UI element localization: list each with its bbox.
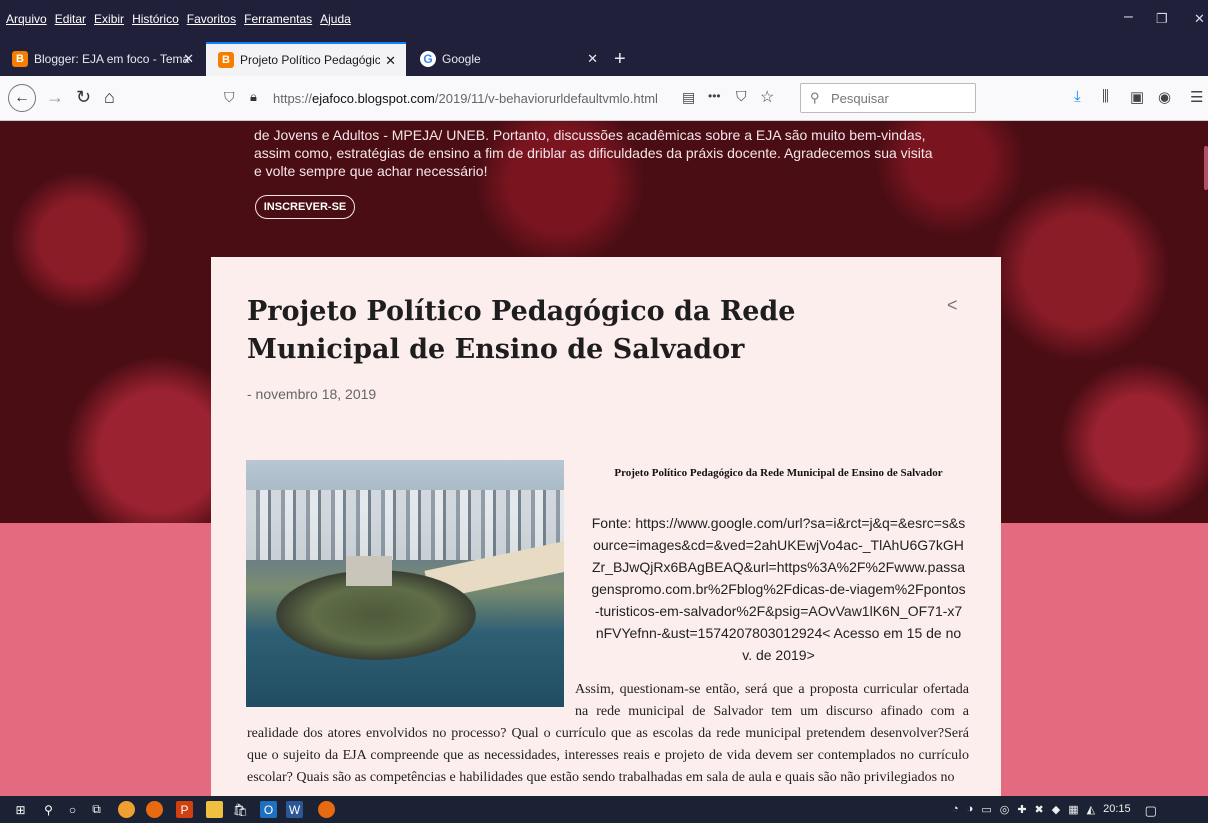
cortana-icon[interactable]: ○ — [64, 801, 81, 818]
source-text: Fonte: https://www.google.com/url?sa=i&r… — [591, 515, 966, 663]
file-explorer-icon[interactable] — [206, 801, 223, 818]
word-icon[interactable]: W — [286, 801, 303, 818]
outlook-icon[interactable]: O — [260, 801, 277, 818]
menu-ajuda[interactable]: Ajuda — [320, 12, 351, 26]
post-card: Projeto Político Pedagógico da Rede Muni… — [211, 257, 1001, 796]
post-date: - novembro 18, 2019 — [247, 386, 377, 402]
search-placeholder: Pesquisar — [831, 91, 889, 106]
tray-app-icon[interactable]: ✖ — [1035, 803, 1044, 819]
blog-description: de Jovens e Adultos - MPEJA/ UNEB. Porta… — [254, 127, 933, 179]
page-content: de Jovens e Adultos - MPEJA/ UNEB. Porta… — [0, 121, 1208, 796]
url-bar[interactable]: ⛉ 🔒︎ https://ejafoco.blogspot.com/2019/1… — [210, 83, 774, 113]
image-fort — [346, 556, 392, 586]
menu-ferramentas[interactable]: Ferramentas — [244, 12, 312, 26]
url-path: /2019/11/v-behaviorurldefaultvmlo.html — [434, 91, 658, 106]
post-body-paragraph: realidade dos atores envolvidos no proce… — [247, 726, 969, 785]
tray-app-icon[interactable]: ▦ — [1068, 803, 1078, 819]
notifications-icon[interactable]: ▢ — [1145, 803, 1157, 819]
back-button[interactable]: ← — [8, 84, 36, 112]
search-input[interactable]: ⚲ Pesquisar — [800, 83, 976, 113]
forward-button[interactable]: → — [46, 87, 64, 108]
minimize-button[interactable]: – — [1124, 8, 1133, 26]
post-title: Projeto Político Pedagógico da Rede Muni… — [247, 296, 796, 365]
blogger-icon: B — [218, 52, 234, 68]
firefox-pinned-icon[interactable] — [146, 801, 163, 818]
powerpoint-icon[interactable]: P — [176, 801, 193, 818]
tab-projeto-politico[interactable]: B Projeto Político Pedagógico da ✕ — [206, 42, 406, 76]
menu-historico[interactable]: Histórico — [132, 12, 179, 26]
edge-icon[interactable]: ◎ — [1000, 803, 1010, 819]
menu-favoritos[interactable]: Favoritos — [187, 12, 236, 26]
library-icon[interactable]: ⫼ — [1102, 88, 1109, 105]
lock-icon[interactable]: 🔒︎ — [250, 89, 257, 105]
pocket-icon[interactable]: ⛉ — [736, 88, 747, 105]
taskbar: ⊞ ⚲ ○ ⧉ P 🛍︎ O W ◔ ◑ ▭ ◎ ✚ ✖ ◆ ▦ ◭ 20:15… — [0, 796, 1208, 823]
scrollbar[interactable] — [1204, 146, 1208, 190]
tab-strip: B Blogger: EJA em foco - Tema ✕ B Projet… — [0, 42, 1208, 76]
close-tab-icon[interactable]: ✕ — [587, 51, 598, 67]
url-host: ejafoco.blogspot.com — [312, 91, 435, 106]
search-icon[interactable]: ⚲ — [40, 801, 57, 818]
navigation-bar: ← → ↻ ⌂ ⛉ 🔒︎ https://ejafoco.blogspot.co… — [0, 76, 1208, 121]
task-view-icon[interactable]: ⧉ — [88, 801, 105, 818]
tab-title: Blogger: EJA em foco - Tema — [34, 52, 190, 66]
downloads-icon[interactable]: ⤓ — [1074, 88, 1081, 105]
chrome-icon[interactable] — [118, 801, 135, 818]
google-icon: G — [420, 51, 436, 67]
close-tab-icon[interactable]: ✕ — [183, 51, 194, 67]
menu-arquivo[interactable]: Arquivo — [6, 12, 47, 26]
page-actions-button[interactable]: ••• — [708, 89, 721, 103]
blogger-icon: B — [12, 51, 28, 67]
sidebar-icon[interactable]: ▣ — [1130, 88, 1144, 106]
clock[interactable]: 20:15 — [1103, 803, 1131, 819]
share-icon[interactable]: < — [947, 295, 958, 316]
menu-bar: Arquivo Editar Exibir Histórico Favorito… — [0, 0, 1208, 42]
bookmark-star-icon[interactable]: ☆ — [760, 87, 774, 107]
windows-start-icon[interactable]: ⊞ — [12, 801, 29, 818]
tray-app-icon[interactable]: ✚ — [1017, 803, 1026, 819]
reader-view-icon[interactable]: ▤ — [682, 89, 695, 106]
menu-exibir[interactable]: Exibir — [94, 12, 124, 26]
image-city-skyline — [246, 490, 564, 560]
tab-blogger-tema[interactable]: B Blogger: EJA em foco - Tema ✕ — [0, 42, 204, 76]
wifi-icon[interactable]: ◭ — [1087, 803, 1095, 819]
close-tab-icon[interactable]: ✕ — [385, 53, 396, 69]
shield-icon[interactable]: ⛉ — [224, 89, 235, 106]
post-body-paragraph-start: Assim, questionam-se então, será que a p… — [575, 682, 969, 719]
home-button[interactable]: ⌂ — [104, 87, 115, 108]
subscribe-button[interactable]: INSCREVER-SE — [255, 195, 355, 219]
tab-google[interactable]: G Google ✕ — [408, 42, 608, 76]
menu-icon[interactable]: ☰ — [1190, 88, 1203, 106]
account-icon[interactable]: ◉ — [1158, 88, 1171, 106]
url-text[interactable]: https://ejafoco.blogspot.com/2019/11/v-b… — [273, 91, 658, 106]
menu-editar[interactable]: Editar — [55, 12, 86, 26]
menu-items: Arquivo Editar Exibir Histórico Favorito… — [6, 12, 359, 26]
restore-button[interactable]: ❐ — [1156, 11, 1168, 27]
network-icon[interactable]: ◔ — [952, 803, 959, 819]
url-prefix: https:// — [273, 91, 313, 106]
caption-title: Projeto Político Pedagógico da Rede Muni… — [614, 467, 943, 479]
system-tray: ◔ ◑ ▭ ◎ ✚ ✖ ◆ ▦ ◭ 20:15 ▢ — [952, 803, 1157, 819]
firefox-running-icon[interactable] — [318, 801, 335, 818]
tray-app-icon[interactable]: ◆ — [1052, 803, 1060, 819]
reload-button[interactable]: ↻ — [76, 87, 91, 108]
volume-icon[interactable]: ◑ — [967, 803, 974, 819]
new-tab-button[interactable]: + — [614, 48, 626, 71]
search-icon: ⚲ — [810, 90, 820, 105]
close-window-button[interactable]: ✕ — [1194, 11, 1205, 27]
battery-icon[interactable]: ▭ — [981, 803, 991, 819]
post-image[interactable] — [246, 460, 564, 707]
store-icon[interactable]: 🛍︎ — [232, 801, 249, 818]
tab-title: Google — [442, 52, 481, 66]
tab-title: Projeto Político Pedagógico da — [240, 53, 380, 67]
